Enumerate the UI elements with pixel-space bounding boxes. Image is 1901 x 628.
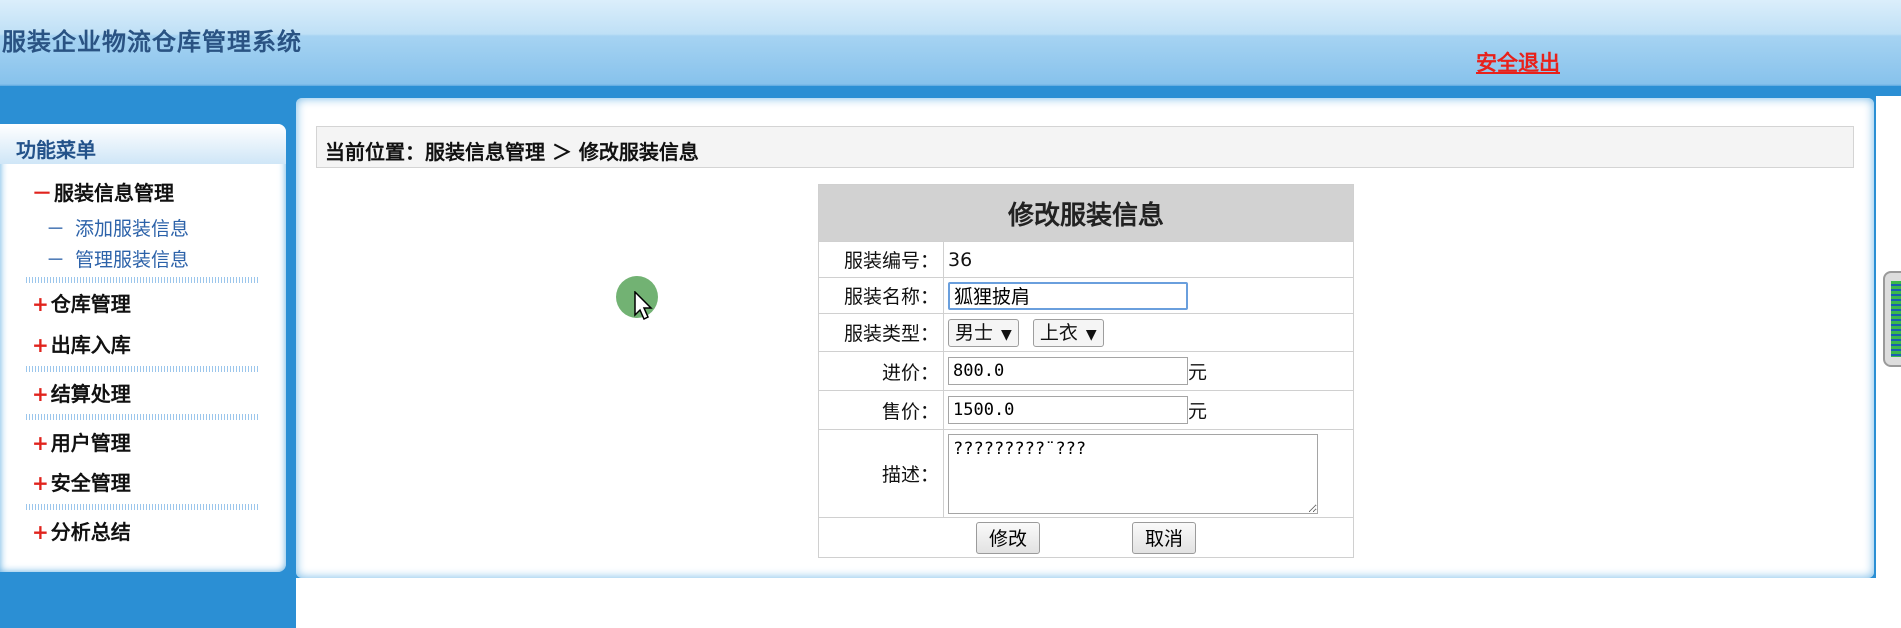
expand-icon: + xyxy=(32,520,49,544)
price-input[interactable] xyxy=(948,396,1188,424)
app-title: 服装企业物流仓库管理系统 xyxy=(2,28,302,56)
page-header: 服装企业物流仓库管理系统 安全退出 xyxy=(0,0,1901,86)
expand-icon: + xyxy=(32,471,49,495)
menu-item-label: 管理服装信息 xyxy=(75,249,190,271)
menu-group-security[interactable]: + 安全管理 xyxy=(32,467,131,496)
logout-link[interactable]: 安全退出 xyxy=(1476,47,1560,77)
dash-icon: － xyxy=(46,218,66,240)
menu-group-label: 仓库管理 xyxy=(50,292,131,316)
sidebar-header: 功能菜单 xyxy=(0,124,286,164)
menu-group-label: 用户管理 xyxy=(50,431,131,455)
bottom-area xyxy=(296,578,1901,628)
menu-separator xyxy=(26,366,258,372)
menu-group-label: 结算处理 xyxy=(50,382,131,406)
dropdown-arrow-icon: ▼ xyxy=(1085,326,1097,343)
name-label: 服装名称： xyxy=(818,277,944,314)
expand-icon: + xyxy=(32,431,49,455)
scroll-indicator-bar xyxy=(1891,281,1901,357)
menu-group-settlement[interactable]: + 结算处理 xyxy=(32,378,131,407)
menu-group-analysis[interactable]: + 分析总结 xyxy=(32,516,131,545)
category-select-value: 上衣 xyxy=(1039,321,1078,344)
form-caption: 修改服装信息 xyxy=(818,184,1354,242)
cost-input[interactable] xyxy=(948,357,1188,385)
collapse-icon: － xyxy=(32,181,52,205)
menu-separator xyxy=(26,277,258,283)
menu-group-stock-in-out[interactable]: + 出库入库 xyxy=(32,329,131,358)
menu-group-label: 出库入库 xyxy=(50,333,131,357)
dash-icon: － xyxy=(46,249,66,271)
edit-clothing-form: 修改服装信息 服装编号： 36 服装名称： 服装类型： 男士▼ 上衣▼ 进价： … xyxy=(818,184,1354,558)
desc-label: 描述： xyxy=(818,429,944,518)
menu-item-manage-clothing[interactable]: － 管理服装信息 xyxy=(46,245,189,272)
id-value: 36 xyxy=(943,241,1354,278)
menu-group-label: 分析总结 xyxy=(50,520,131,544)
menu-group-clothing-info[interactable]: －服装信息管理 xyxy=(32,177,174,206)
menu-group-label: 安全管理 xyxy=(50,471,131,495)
menu-item-add-clothing[interactable]: － 添加服装信息 xyxy=(46,214,189,241)
cost-label: 进价： xyxy=(818,351,944,391)
menu-separator xyxy=(26,414,258,420)
category-select[interactable]: 上衣 ▼ xyxy=(1032,318,1104,347)
expand-icon: + xyxy=(32,382,49,406)
sidebar-title: 功能菜单 xyxy=(16,138,96,162)
gender-select-value: 男士 xyxy=(955,321,994,344)
dropdown-arrow-icon: ▼ xyxy=(1001,326,1012,343)
name-input[interactable] xyxy=(948,281,1188,310)
price-label: 售价： xyxy=(818,390,944,430)
menu-group-label: 服装信息管理 xyxy=(54,181,174,205)
breadcrumb-text: 当前位置：服装信息管理 ＞ 修改服装信息 xyxy=(325,140,699,164)
mouse-cursor-icon xyxy=(634,291,653,321)
menu-item-label: 添加服装信息 xyxy=(75,218,190,240)
gender-select[interactable]: 男士 ▼ xyxy=(948,318,1019,347)
id-label: 服装编号： xyxy=(818,241,944,278)
expand-icon: + xyxy=(32,292,49,316)
menu-group-users[interactable]: + 用户管理 xyxy=(32,427,131,456)
menu-group-warehouse[interactable]: + 仓库管理 xyxy=(32,288,131,317)
side-scroll-widget[interactable] xyxy=(1883,271,1901,367)
price-unit: 元 xyxy=(1188,400,1208,423)
menu-separator xyxy=(26,504,258,510)
cost-unit: 元 xyxy=(1188,361,1208,384)
cancel-button[interactable]: 取消 xyxy=(1132,521,1197,554)
description-textarea[interactable]: ?????????¨??? xyxy=(948,433,1318,514)
expand-icon: + xyxy=(32,333,49,357)
sidebar-menu: 功能菜单 －服装信息管理 －添加服装信息 －管理服装信息 + 仓库管理 + 出库入库… xyxy=(0,124,286,572)
breadcrumb: 当前位置：服装信息管理 ＞ 修改服装信息 xyxy=(316,126,1854,168)
submit-button[interactable]: 修改 xyxy=(975,521,1040,554)
type-label: 服装类型： xyxy=(818,313,944,352)
